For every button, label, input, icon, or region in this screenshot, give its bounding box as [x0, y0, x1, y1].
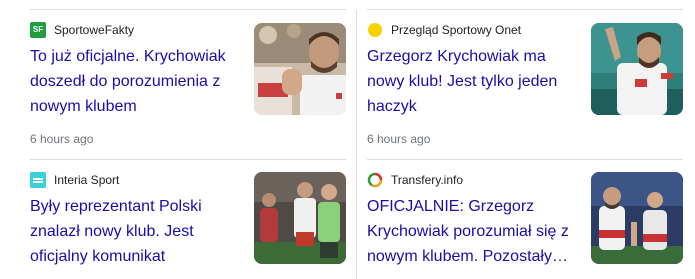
news-source: Przegląd Sportowy Onet [367, 21, 521, 39]
news-card-przeglad-sportowy[interactable]: Przegląd Sportowy Onet Grzegorz Krychowi… [367, 10, 683, 159]
column-divider [356, 10, 357, 279]
news-source-name: Interia Sport [54, 173, 120, 187]
players-on-pitch-photo [254, 172, 346, 264]
news-card-interia-sport[interactable]: Interia Sport Były reprezentant Polski z… [30, 160, 346, 279]
player-waving-photo [591, 23, 683, 115]
news-timestamp: 6 hours ago [30, 132, 94, 146]
news-source: Interia Sport [30, 171, 119, 189]
news-source-name: Przegląd Sportowy Onet [391, 23, 522, 37]
news-headline[interactable]: OFICJALNIE: Grzegorz Krychowiak porozumi… [367, 194, 585, 269]
onet-logo-icon [368, 23, 382, 37]
news-source: Transfery.info [367, 171, 463, 189]
players-celebrating-photo [591, 172, 683, 264]
news-headline[interactable]: To już oficjalne. Krychowiak doszedł do … [30, 44, 245, 119]
news-source-name: SportoweFakty [54, 23, 135, 37]
interia-logo-icon [30, 172, 46, 188]
transfery-logo-icon [367, 172, 383, 188]
news-source-name: Transfery.info [391, 173, 464, 187]
news-source: SF SportoweFakty [30, 21, 134, 39]
news-timestamp: 6 hours ago [367, 132, 431, 146]
news-card-sportowefakty[interactable]: SF SportoweFakty To już oficjalne. Krych… [30, 10, 346, 159]
news-headline[interactable]: Były reprezentant Polski znalazł nowy kl… [30, 194, 245, 269]
news-headline[interactable]: Grzegorz Krychowiak ma nowy klub! Jest t… [367, 44, 582, 119]
player-applauding-photo [254, 23, 346, 115]
sportowefakty-logo-icon: SF [30, 22, 46, 38]
news-card-transfery-info[interactable]: Transfery.info OFICJALNIE: Grzegorz Kryc… [367, 160, 683, 279]
